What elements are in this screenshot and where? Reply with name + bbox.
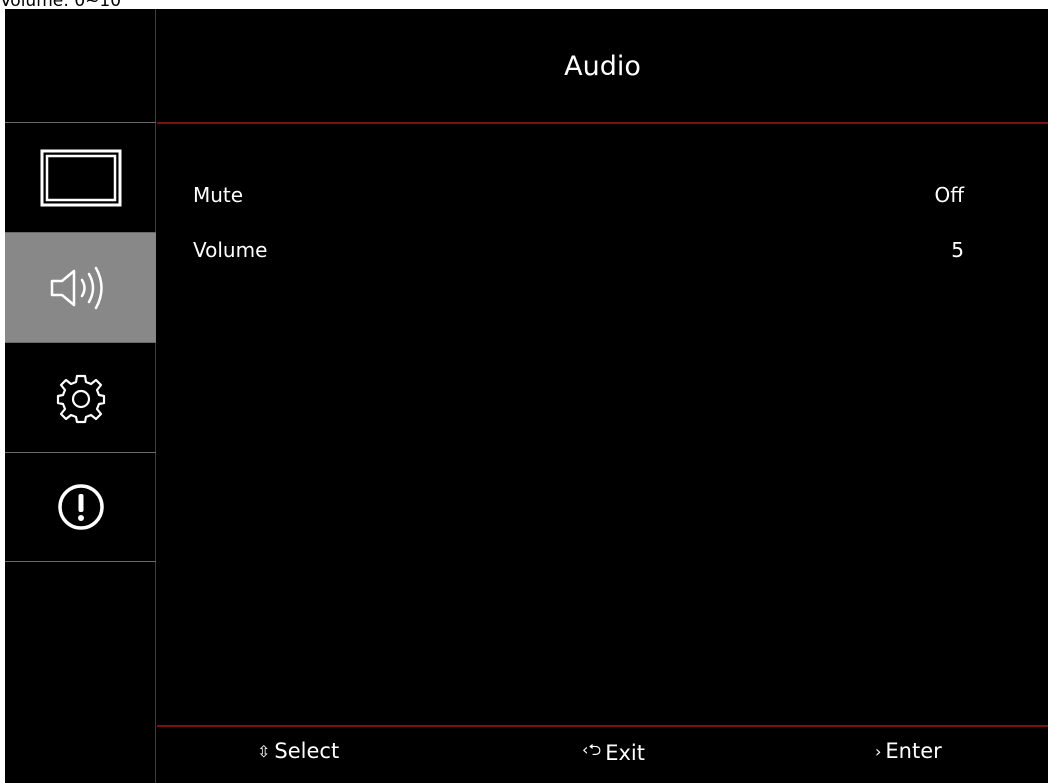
return-arrow-icon: ‹⮌ — [582, 740, 602, 759]
menu-panel: Audio Mute Off Volume 5 ⇳ Select ‹⮌ Exit… — [157, 9, 1048, 783]
hint-exit-label: Exit — [605, 740, 645, 765]
menu-item-volume[interactable]: Volume 5 — [193, 232, 964, 268]
tab-info[interactable] — [5, 452, 156, 562]
hint-select[interactable]: ⇳ Select — [257, 739, 339, 763]
sidebar — [5, 9, 156, 783]
menu-item-mute[interactable]: Mute Off — [193, 177, 964, 213]
menu-item-value: 5 — [951, 238, 964, 262]
tab-setup[interactable] — [5, 342, 156, 452]
tab-audio[interactable] — [5, 232, 156, 342]
footer-hints: ⇳ Select ‹⮌ Exit › Enter — [157, 727, 1048, 783]
menu-item-value: Off — [934, 183, 964, 207]
hint-select-label: Select — [274, 739, 340, 763]
gear-icon — [56, 374, 105, 423]
header-divider — [157, 122, 1048, 124]
tab-display[interactable] — [5, 122, 156, 232]
display-icon — [40, 149, 121, 206]
hint-exit[interactable]: ‹⮌ Exit — [582, 739, 645, 766]
menu-item-label: Volume — [193, 238, 268, 262]
info-icon — [57, 484, 104, 530]
menu-title: Audio — [564, 50, 641, 82]
speaker-icon — [50, 266, 103, 309]
chevron-right-icon: › — [875, 741, 882, 761]
up-down-arrows-icon: ⇳ — [257, 741, 271, 761]
osd-menu: Audio Mute Off Volume 5 ⇳ Select ‹⮌ Exit… — [5, 9, 1048, 783]
hint-enter-label: Enter — [885, 739, 942, 763]
menu-item-label: Mute — [193, 183, 244, 207]
hint-enter[interactable]: › Enter — [875, 739, 942, 763]
